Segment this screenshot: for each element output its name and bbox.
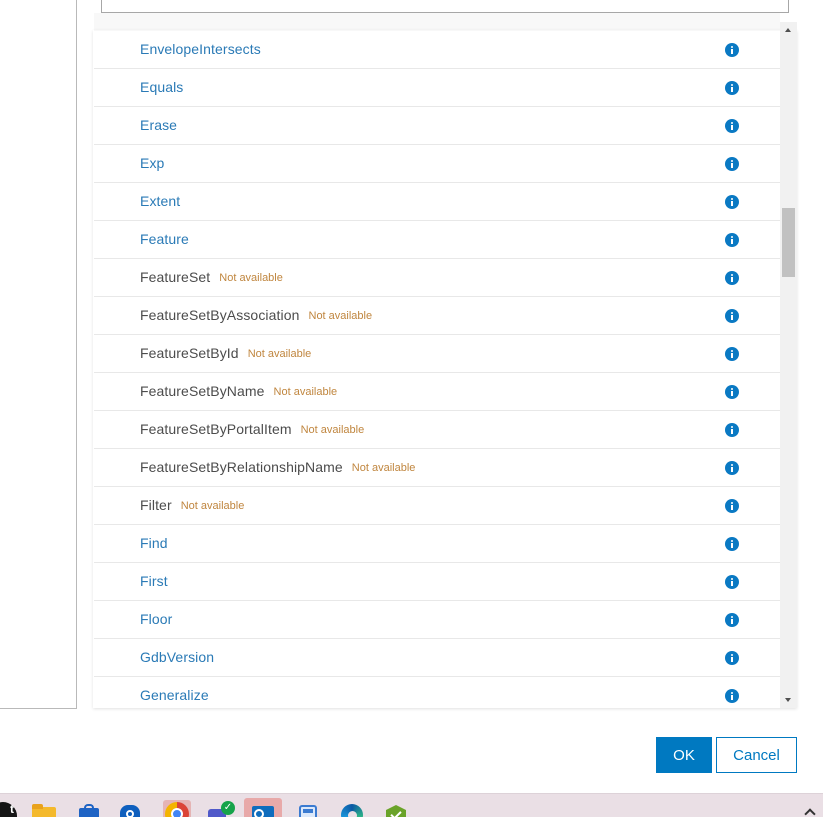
store-icon[interactable] xyxy=(77,803,101,817)
function-name: FeatureSet Not available xyxy=(140,269,283,285)
not-available-badge: Not available xyxy=(351,462,416,474)
search-divider xyxy=(94,13,780,31)
function-name[interactable]: Erase xyxy=(140,107,177,144)
function-row[interactable]: FeatureSetByPortalItem Not available xyxy=(94,411,780,449)
info-icon[interactable] xyxy=(725,157,739,171)
file-explorer-icon[interactable] xyxy=(32,803,56,817)
function-row[interactable]: Find xyxy=(94,525,780,563)
function-name[interactable]: GdbVersion xyxy=(140,639,214,676)
function-name: FeatureSetByPortalItem Not available xyxy=(140,421,365,437)
info-icon[interactable] xyxy=(725,689,739,703)
function-name[interactable]: Generalize xyxy=(140,677,209,708)
function-name: FeatureSetByAssociation Not available xyxy=(140,307,373,323)
function-name[interactable]: Find xyxy=(140,525,168,562)
function-row[interactable]: First xyxy=(94,563,780,601)
not-available-badge: Not available xyxy=(247,348,312,360)
info-icon[interactable] xyxy=(725,575,739,589)
info-icon[interactable] xyxy=(725,499,739,513)
chrome-icon[interactable] xyxy=(163,800,191,817)
function-name: Filter Not available xyxy=(140,497,245,513)
function-list[interactable]: EnvelopeIntersects Equals Erase Exp Extent Fe… xyxy=(94,31,780,708)
list-scrollbar[interactable] xyxy=(780,22,797,708)
function-name[interactable]: Exp xyxy=(140,145,164,182)
function-name[interactable]: Extent xyxy=(140,183,180,220)
calculator-icon[interactable] xyxy=(296,803,320,817)
function-row[interactable]: Erase xyxy=(94,107,780,145)
taskbar: t ✓ xyxy=(0,793,823,817)
function-name[interactable]: First xyxy=(140,563,168,600)
not-available-badge: Not available xyxy=(219,272,283,284)
function-name: FeatureSetByName Not available xyxy=(140,383,338,399)
function-row[interactable]: Generalize xyxy=(94,677,780,708)
not-available-badge: Not available xyxy=(300,424,365,436)
function-name: FeatureSetByRelationshipName Not availabl… xyxy=(140,459,416,475)
function-row[interactable]: FeatureSetByName Not available xyxy=(94,373,780,411)
left-panel xyxy=(0,0,77,709)
ok-button[interactable]: OK xyxy=(656,737,712,773)
shield-icon[interactable] xyxy=(118,803,142,817)
function-row[interactable]: FeatureSetByRelationshipName Not availabl… xyxy=(94,449,780,487)
green-app-icon[interactable] xyxy=(384,803,408,817)
function-name[interactable]: Floor xyxy=(140,601,172,638)
not-available-badge: Not available xyxy=(180,500,245,512)
info-icon[interactable] xyxy=(725,537,739,551)
function-row[interactable]: FeatureSetById Not available xyxy=(94,335,780,373)
function-name[interactable]: Feature xyxy=(140,221,189,258)
teams-status-check-icon: ✓ xyxy=(221,801,235,815)
info-icon[interactable] xyxy=(725,461,739,475)
edge-icon[interactable] xyxy=(340,803,364,817)
function-row[interactable]: Feature xyxy=(94,221,780,259)
function-row[interactable]: FeatureSetByAssociation Not available xyxy=(94,297,780,335)
function-name[interactable]: EnvelopeIntersects xyxy=(140,31,261,68)
not-available-badge: Not available xyxy=(308,310,373,322)
function-row[interactable]: FeatureSet Not available xyxy=(94,259,780,297)
function-row[interactable]: Floor xyxy=(94,601,780,639)
function-row[interactable]: Filter Not available xyxy=(94,487,780,525)
function-row[interactable]: EnvelopeIntersects xyxy=(94,31,780,69)
not-available-badge: Not available xyxy=(273,386,338,398)
info-icon[interactable] xyxy=(725,43,739,57)
function-name[interactable]: Equals xyxy=(140,69,183,106)
teams-icon[interactable]: ✓ xyxy=(208,801,235,817)
scroll-thumb[interactable] xyxy=(782,208,795,277)
info-icon[interactable] xyxy=(725,81,739,95)
search-input[interactable] xyxy=(101,0,789,13)
function-row[interactable]: Extent xyxy=(94,183,780,221)
scroll-up-icon[interactable] xyxy=(780,22,797,39)
info-icon[interactable] xyxy=(725,613,739,627)
function-row[interactable]: Exp xyxy=(94,145,780,183)
expression-builder-dialog: EnvelopeIntersects Equals Erase Exp Extent Fe… xyxy=(0,0,823,817)
info-icon[interactable] xyxy=(725,423,739,437)
info-icon[interactable] xyxy=(725,309,739,323)
info-icon[interactable] xyxy=(725,271,739,285)
info-icon[interactable] xyxy=(725,385,739,399)
info-icon[interactable] xyxy=(725,233,739,247)
cancel-button[interactable]: Cancel xyxy=(716,737,797,773)
info-icon[interactable] xyxy=(725,651,739,665)
info-icon[interactable] xyxy=(725,347,739,361)
info-icon[interactable] xyxy=(725,119,739,133)
start-icon[interactable]: t xyxy=(0,802,17,817)
info-icon[interactable] xyxy=(725,195,739,209)
tray-chevron-icon[interactable] xyxy=(803,806,817,816)
outlook-icon[interactable] xyxy=(244,798,282,817)
function-row[interactable]: Equals xyxy=(94,69,780,107)
function-row[interactable]: GdbVersion xyxy=(94,639,780,677)
scroll-down-icon[interactable] xyxy=(780,691,797,708)
function-name: FeatureSetById Not available xyxy=(140,345,312,361)
